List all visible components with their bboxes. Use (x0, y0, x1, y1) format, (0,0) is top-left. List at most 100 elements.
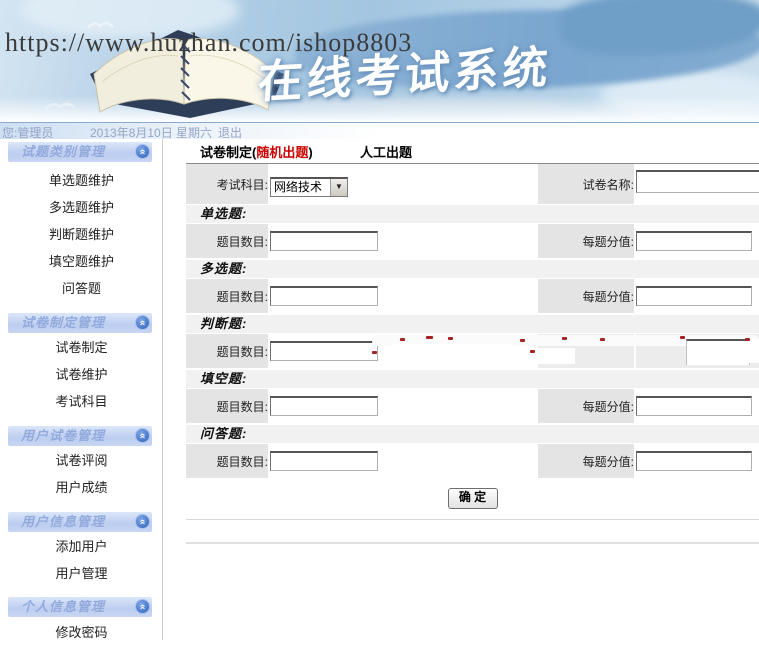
sidebar-section-title: 试卷制定管理 (21, 315, 106, 330)
chevron-down-icon[interactable]: ▼ (330, 179, 347, 196)
logout-link[interactable]: 退出 (218, 124, 242, 141)
page-title-text: 试卷制定 (200, 145, 253, 160)
sidebar-item-fill-blank-maint[interactable]: 填空题维护 (0, 251, 163, 269)
submit-row: 确 定 (186, 480, 759, 516)
single-choice-row: 题目数目: 每题分值: (186, 224, 759, 258)
divider-line (186, 542, 759, 544)
sidebar-section-title: 试题类别管理 (21, 144, 106, 159)
main-content: 试卷制定(随机出题) 人工出题 考试科目: 网络技术 ▼ 试卷名称: 单选题: … (186, 140, 759, 660)
sidebar-section-title: 用户试卷管理 (21, 428, 106, 443)
artifact-red-speck (426, 336, 433, 339)
paper-name-input[interactable] (636, 170, 759, 193)
subject-label: 考试科目: (186, 164, 268, 204)
paper-name-label: 试卷名称: (538, 164, 634, 204)
artifact-red-speck (530, 350, 535, 353)
section-fill-blank: 填空题: (186, 370, 759, 388)
sidebar-section-user-papers[interactable]: 用户试卷管理 » (8, 426, 152, 446)
sidebar-item-single-choice-maint[interactable]: 单选题维护 (0, 170, 163, 188)
count-label: 题目数目: (186, 279, 268, 313)
status-bar: 您:管理员 2013年8月10日 星期六 退出 (0, 122, 759, 141)
sidebar-item-paper-review[interactable]: 试卷评阅 (0, 450, 163, 468)
collapse-icon[interactable]: » (135, 144, 150, 159)
bird-icon (44, 102, 76, 111)
sidebar-section-question-categories[interactable]: 试题类别管理 » (8, 142, 152, 162)
artifact-red-speck (600, 338, 605, 341)
fill-blank-row: 题目数目: 每题分值: (186, 389, 759, 423)
confirm-button[interactable]: 确 定 (447, 487, 498, 509)
score-cell (636, 444, 759, 478)
artifact-white-blob (391, 344, 513, 365)
fillblank-count-input[interactable] (270, 396, 378, 416)
artifact-red-speck (680, 336, 685, 339)
collapse-icon[interactable]: » (135, 315, 150, 330)
multi-count-input[interactable] (270, 286, 378, 306)
artifact-white-blob (749, 339, 759, 363)
sidebar-item-add-user[interactable]: 添加用户 (0, 536, 163, 554)
count-cell (270, 444, 536, 478)
collapse-icon[interactable]: » (135, 599, 150, 614)
section-single-choice: 单选题: (186, 205, 759, 223)
artifact-input-fragment (686, 339, 750, 365)
watermark-text: https://www.huzhan.com/ishop8803 (5, 28, 413, 57)
section-essay: 问答题: (186, 425, 759, 443)
multi-score-input[interactable] (636, 286, 752, 306)
section-multi-choice: 多选题: (186, 260, 759, 278)
subject-cell: 网络技术 ▼ (270, 164, 536, 204)
score-label: 每题分值: (538, 389, 634, 423)
sidebar-section-paper-creation[interactable]: 试卷制定管理 » (8, 313, 152, 333)
artifact-red-speck (745, 338, 750, 341)
essay-score-input[interactable] (636, 451, 752, 471)
collapse-icon[interactable]: » (135, 428, 150, 443)
banner: 在线考试系统 https://www.huzhan.com/ishop8803 (0, 0, 759, 122)
artifact-red-speck (562, 337, 567, 340)
sidebar-item-paper-maint[interactable]: 试卷维护 (0, 364, 163, 382)
sidebar-section-personal-info[interactable]: 个人信息管理 » (8, 597, 152, 617)
count-cell (270, 224, 536, 258)
sidebar-item-change-password[interactable]: 修改密码 (0, 622, 163, 640)
score-cell (636, 279, 759, 313)
fillblank-score-input[interactable] (636, 396, 752, 416)
sidebar-item-essay[interactable]: 问答题 (0, 278, 163, 296)
score-label: 每题分值: (538, 224, 634, 258)
subject-row: 考试科目: 网络技术 ▼ 试卷名称: (186, 164, 759, 204)
current-date: 2013年8月10日 星期六 (90, 126, 213, 140)
score-label: 每题分值: (538, 444, 634, 478)
essay-count-input[interactable] (270, 451, 378, 471)
score-cell (636, 224, 759, 258)
artifact-red-speck (372, 351, 377, 354)
count-label: 题目数目: (186, 334, 268, 368)
sidebar-item-user-management[interactable]: 用户管理 (0, 563, 163, 581)
page-title: 试卷制定(随机出题) (200, 145, 313, 160)
count-label: 题目数目: (186, 444, 268, 478)
sidebar-item-user-scores[interactable]: 用户成绩 (0, 477, 163, 495)
logged-in-user: 您:管理员 (2, 126, 54, 140)
essay-row: 题目数目: 每题分值: (186, 444, 759, 478)
count-cell (270, 389, 536, 423)
sidebar-item-true-false-maint[interactable]: 判断题维护 (0, 224, 163, 242)
sidebar-section-title: 个人信息管理 (21, 599, 106, 614)
collapse-icon[interactable]: » (135, 514, 150, 529)
sidebar-item-multi-choice-maint[interactable]: 多选题维护 (0, 197, 163, 215)
subject-select[interactable]: 网络技术 ▼ (270, 177, 348, 197)
paper-name-cell (636, 164, 759, 204)
true-false-row: 题目数目: (186, 334, 759, 368)
single-score-input[interactable] (636, 231, 752, 251)
sidebar-item-exam-subjects[interactable]: 考试科目 (0, 391, 163, 409)
sidebar-item-paper-create[interactable]: 试卷制定 (0, 337, 163, 355)
subject-select-value: 网络技术 (274, 180, 323, 194)
score-label: 每题分值: (538, 279, 634, 313)
artifact-red-speck (520, 339, 525, 342)
count-label: 题目数目: (186, 224, 268, 258)
divider-line (186, 519, 759, 520)
single-count-input[interactable] (270, 231, 378, 251)
truefalse-count-input[interactable] (270, 341, 378, 361)
multi-choice-row: 题目数目: 每题分值: (186, 279, 759, 313)
artifact-red-speck (400, 338, 405, 341)
artifact-red-speck (448, 337, 453, 340)
section-true-false: 判断题: (186, 315, 759, 333)
score-cell (636, 389, 759, 423)
sidebar-section-user-info[interactable]: 用户信息管理 » (8, 512, 152, 532)
count-cell (270, 279, 536, 313)
count-label: 题目数目: (186, 389, 268, 423)
manual-mode-link[interactable]: 人工出题 (360, 142, 412, 161)
